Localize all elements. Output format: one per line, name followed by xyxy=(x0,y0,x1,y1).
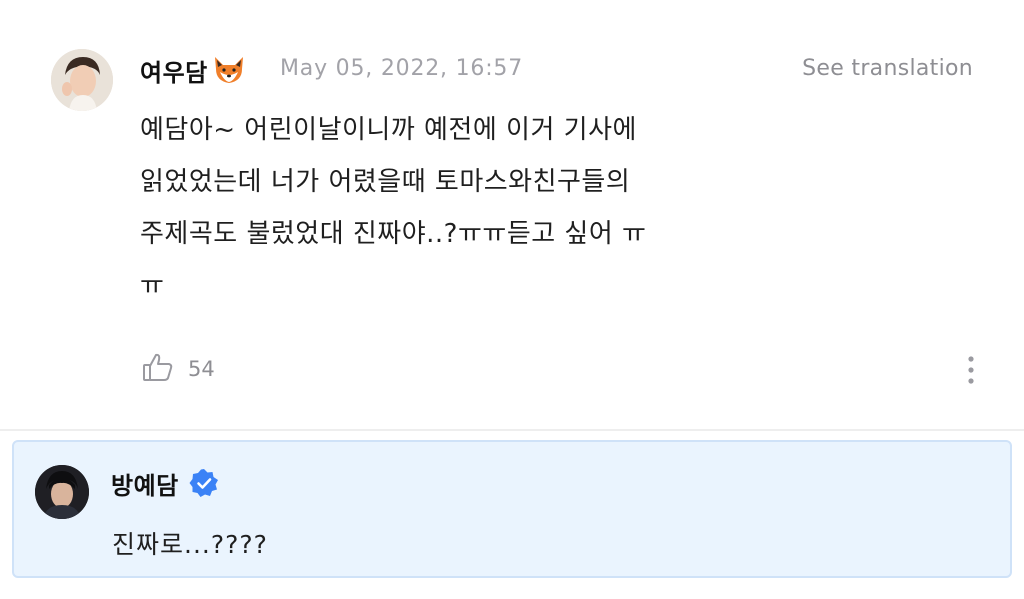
divider xyxy=(0,429,1024,431)
thumbs-up-icon xyxy=(142,352,174,386)
fox-icon xyxy=(212,55,246,85)
comment-timestamp: May 05, 2022, 16:57 xyxy=(280,56,524,81)
comment-body-line: 예담아~ 어린이날이니까 예전에 이거 기사에 xyxy=(140,115,637,145)
vertical-ellipsis-icon[interactable] xyxy=(958,354,984,388)
reply-text: 진짜로...???? xyxy=(112,530,268,559)
comment-body-line: 읽었었는데 너가 어렸을때 토마스와친구들의 xyxy=(140,167,631,197)
comment-card: 여우담 May 05, 2022, 16:57 See translation … xyxy=(0,0,1024,430)
reply-author: 방예담 xyxy=(111,466,219,500)
verified-badge-icon xyxy=(189,468,219,498)
like-count: 54 xyxy=(188,357,215,381)
like-button[interactable]: 54 xyxy=(142,351,215,387)
comment-body-line: 주제곡도 불렀었대 진짜야..?ㅠㅠ듣고 싶어 ㅠ xyxy=(140,219,647,249)
see-translation-link[interactable]: See translation xyxy=(802,56,973,81)
reply-author-name: 방예담 xyxy=(111,471,179,500)
reply-author-avatar[interactable] xyxy=(35,465,89,519)
comment-author: 여우담 xyxy=(140,52,246,88)
comment-body-line: ㅠ xyxy=(140,271,165,301)
comment-body: 예담아~ 어린이날이니까 예전에 이거 기사에 읽었었는데 너가 어렸을때 토마… xyxy=(140,104,780,312)
author-avatar[interactable] xyxy=(51,49,113,111)
author-name: 여우담 xyxy=(140,58,208,87)
